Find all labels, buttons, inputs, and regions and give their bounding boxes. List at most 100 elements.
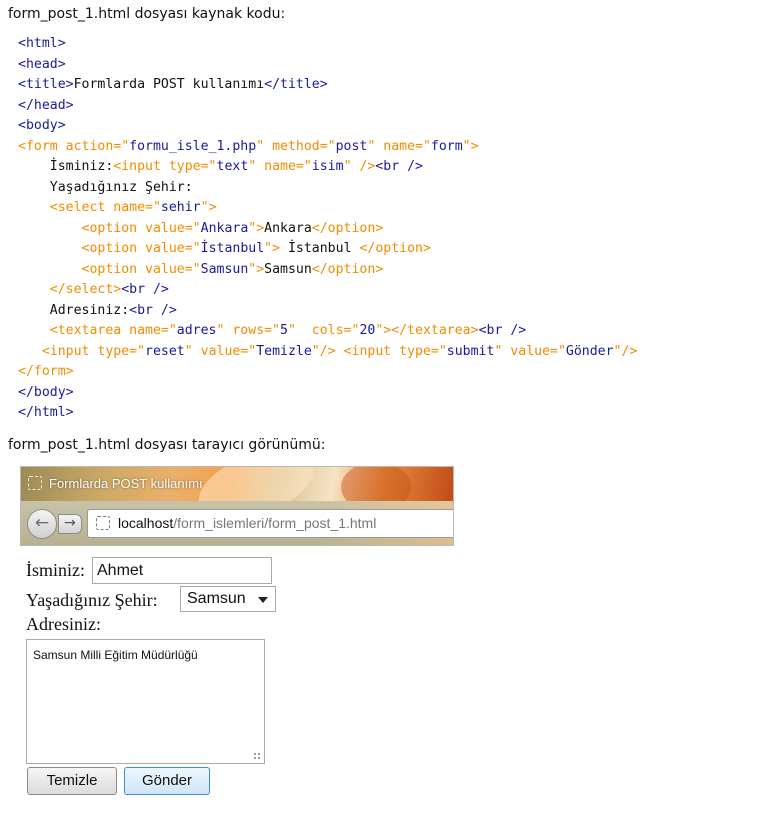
browser-window: Formlarda POST kullanımı ← → localhost/f…: [20, 466, 454, 546]
browser-nav-bar: ← → localhost/form_islemleri/form_post_1…: [21, 501, 453, 545]
code-line: </form>: [18, 362, 637, 383]
sehir-label: Yaşadığınız Şehir:: [26, 590, 158, 610]
back-arrow-icon: ←: [34, 513, 50, 533]
browser-view-heading: form_post_1.html dosyası tarayıcı görünü…: [8, 437, 326, 453]
code-token: 5: [280, 323, 288, 338]
code-token: <option value=": [18, 220, 201, 236]
reset-button[interactable]: Temizle: [27, 767, 117, 795]
code-token: "></textarea>: [375, 323, 479, 338]
forward-arrow-icon: →: [64, 515, 76, 531]
code-token: reset: [145, 343, 185, 359]
browser-tab-bar: Formlarda POST kullanımı: [21, 467, 453, 534]
code-token: " value=": [184, 343, 257, 359]
address-bar[interactable]: localhost/form_islemleri/form_post_1.htm…: [87, 509, 453, 538]
code-token: </head>: [18, 97, 74, 113]
code-token: <select name=": [18, 200, 161, 215]
tab-page-icon: [28, 476, 42, 490]
code-token: Ankara: [264, 220, 312, 236]
resize-grip-icon[interactable]: [253, 752, 261, 760]
code-token: formu_isle_1.php: [129, 138, 257, 154]
code-token: <br />: [121, 282, 169, 297]
code-token: " method=": [256, 138, 336, 154]
code-token: </title>: [264, 77, 328, 92]
code-token: </option>: [311, 220, 384, 236]
code-token: </option>: [311, 261, 384, 277]
code-token: sehir: [160, 200, 201, 215]
code-token: <input type=": [113, 159, 217, 174]
code-token: form: [430, 138, 463, 154]
code-token: isim: [311, 159, 344, 174]
sehir-select[interactable]: Samsun: [180, 586, 276, 612]
adres-label: Adresiniz:: [26, 614, 101, 634]
code-token: <br />: [478, 323, 527, 338]
address-bar-url: localhost/form_islemleri/form_post_1.htm…: [118, 515, 376, 531]
code-token: ">: [462, 138, 479, 154]
code-line: </html>: [18, 403, 637, 424]
isim-label: İsminiz:: [26, 560, 85, 580]
code-token: " />: [343, 159, 376, 174]
code-token: submit: [446, 343, 495, 359]
code-token: " name=": [248, 159, 312, 174]
code-line: Yaşadığınız Şehir:: [18, 178, 637, 199]
code-line: <input type="reset" value="Temizle"/> <i…: [18, 342, 638, 363]
code-token: " rows=": [216, 323, 281, 338]
code-token: </body>: [18, 384, 74, 400]
code-token: 20: [359, 323, 376, 338]
source-code-block: <html> <head> <title>Formlarda POST kullan…: [18, 34, 637, 424]
code-token: </form>: [18, 364, 74, 379]
sehir-selected-value: Samsun: [187, 590, 246, 607]
code-token: İstanbul: [280, 241, 360, 256]
code-line: <body>: [18, 116, 637, 137]
code-token: " value=": [494, 343, 566, 359]
code-token: ">: [248, 220, 265, 236]
code-token: </select>: [18, 282, 122, 297]
blank-page-icon: [96, 516, 110, 530]
submit-button[interactable]: Gönder: [124, 767, 210, 795]
url-host: localhost: [118, 515, 174, 531]
code-line: <select name="sehir">: [18, 198, 637, 219]
code-token: </html>: [18, 405, 74, 420]
code-token: ">: [264, 241, 281, 256]
code-token: Samsun: [264, 261, 312, 277]
code-token: <input type=": [343, 343, 447, 359]
code-token: <form action=": [18, 138, 130, 154]
code-token: text: [216, 159, 249, 174]
code-token: Gönder: [565, 343, 614, 359]
adres-textarea[interactable]: Samsun Milli Eğitim Müdürlüğü: [26, 639, 265, 764]
code-token: <br />: [375, 159, 423, 174]
code-line: </head>: [18, 96, 637, 117]
code-token: " cols=": [287, 323, 360, 338]
code-token: Yaşadığınız Şehir:: [18, 179, 193, 195]
code-token: <html>: [18, 36, 66, 51]
code-token: Temizle: [256, 343, 312, 359]
code-line: <title>Formlarda POST kullanımı</title>: [18, 75, 637, 96]
code-token: ">: [200, 200, 217, 215]
code-line: Adresiniz:<br />: [18, 301, 637, 322]
code-token: <input type=": [18, 343, 146, 359]
back-button[interactable]: ←: [27, 509, 57, 539]
code-token: <head>: [18, 56, 66, 72]
code-token: Ankara: [200, 220, 249, 236]
browser-tab-title[interactable]: Formlarda POST kullanımı: [49, 476, 203, 491]
code-token: "/>: [311, 343, 336, 359]
url-path: /form_islemleri/form_post_1.html: [173, 515, 377, 531]
forward-button[interactable]: →: [58, 514, 82, 534]
code-token: <title>: [18, 77, 74, 92]
code-line: <head>: [18, 55, 637, 76]
code-token: <option value=": [18, 261, 201, 277]
code-token: post: [335, 138, 368, 154]
code-token: adres: [176, 323, 217, 338]
chevron-down-icon: [258, 597, 268, 603]
code-line: <textarea name="adres" rows="5" cols="20…: [18, 321, 637, 342]
source-code-heading: form_post_1.html dosyası kaynak kodu:: [8, 6, 286, 22]
isim-input[interactable]: Ahmet: [92, 557, 272, 584]
code-token: <option value=": [18, 241, 201, 256]
adres-value: Samsun Milli Eğitim Müdürlüğü: [33, 648, 198, 662]
code-line: <option value="Ankara">Ankara</option>: [18, 219, 637, 240]
code-line: <option value="Samsun">Samsun</option>: [18, 260, 637, 281]
code-token: Samsun: [200, 261, 249, 277]
code-line: <option value="İstanbul"> İstanbul </opt…: [18, 239, 637, 260]
code-token: İsminiz:: [18, 159, 114, 174]
code-token: " name=": [367, 138, 431, 154]
